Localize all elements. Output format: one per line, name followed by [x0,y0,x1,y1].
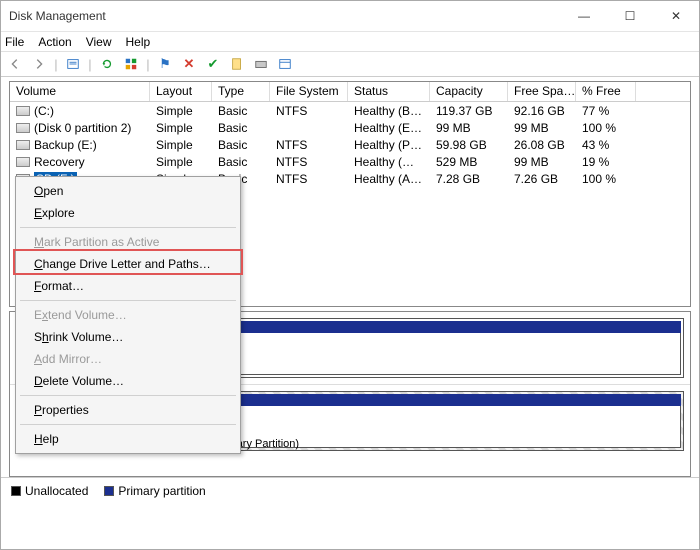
vol-status: Healthy (P… [348,138,430,152]
settings-icon[interactable] [121,54,141,74]
legend: Unallocated Primary partition [1,477,699,504]
col-layout[interactable]: Layout [150,82,212,101]
vol-name: Backup (E:) [34,138,97,152]
window-title: Disk Management [9,9,561,23]
col-type[interactable]: Type [212,82,270,101]
vol-fs: NTFS [270,172,348,186]
ctx-separator [20,300,236,301]
ctx-change-drive-letter[interactable]: Change Drive Letter and Paths… [18,253,238,275]
toolbar: | | | ⚑ ✕ ✔ [1,51,699,77]
ctx-delete-volume[interactable]: Delete Volume… [18,370,238,392]
col-status[interactable]: Status [348,82,430,101]
vol-free: 7.26 GB [508,172,576,186]
col-volume[interactable]: Volume [10,82,150,101]
new-volume-icon[interactable]: ⚑ [155,54,175,74]
vol-capacity: 99 MB [430,121,508,135]
ctx-open[interactable]: Open [18,180,238,202]
title-bar: Disk Management — ☐ ✕ [1,1,699,31]
vol-fs: NTFS [270,138,348,152]
ctx-explore[interactable]: Explore [18,202,238,224]
vol-capacity: 529 MB [430,155,508,169]
list-header[interactable]: Volume Layout Type File System Status Ca… [10,82,690,102]
vol-pct: 100 % [576,172,636,186]
vol-status: Healthy (E… [348,121,430,135]
vol-type: Basic [212,121,270,135]
vol-type: Basic [212,104,270,118]
drive-icon [16,157,30,167]
close-button[interactable]: ✕ [653,1,699,31]
col-filesystem[interactable]: File System [270,82,348,101]
menu-help[interactable]: Help [126,35,151,49]
vol-type: Basic [212,155,270,169]
vol-free: 26.08 GB [508,138,576,152]
ctx-extend-volume: Extend Volume… [18,304,238,326]
vol-layout: Simple [150,104,212,118]
col-capacity[interactable]: Capacity [430,82,508,101]
vol-free: 99 MB [508,121,576,135]
vol-layout: Simple [150,138,212,152]
col-pctfree[interactable]: % Free [576,82,636,101]
checkmark-icon[interactable]: ✔ [203,54,223,74]
legend-unallocated: Unallocated [11,484,88,498]
note-icon[interactable] [227,54,247,74]
drive-icon [16,106,30,116]
legend-primary: Primary partition [104,484,205,498]
table-row[interactable]: Backup (E:) Simple Basic NTFS Healthy (P… [10,136,690,153]
vol-capacity: 59.98 GB [430,138,508,152]
ctx-shrink-volume[interactable]: Shrink Volume… [18,326,238,348]
context-menu[interactable]: Open Explore Mark Partition as Active Ch… [15,176,241,454]
vol-layout: Simple [150,155,212,169]
ctx-separator [20,395,236,396]
menu-view[interactable]: View [86,35,112,49]
vol-pct: 43 % [576,138,636,152]
forward-arrow-icon[interactable] [29,54,49,74]
menu-bar[interactable]: File Action View Help [1,31,699,51]
ctx-add-mirror: Add Mirror… [18,348,238,370]
minimize-button[interactable]: — [561,1,607,31]
vol-type: Basic [212,138,270,152]
vol-capacity: 7.28 GB [430,172,508,186]
maximize-button[interactable]: ☐ [607,1,653,31]
ctx-separator [20,424,236,425]
menu-action[interactable]: Action [38,35,71,49]
ctx-separator [20,227,236,228]
properties-icon[interactable] [275,54,295,74]
vol-name: (Disk 0 partition 2) [34,121,131,135]
vol-status: Healthy (A… [348,172,430,186]
back-arrow-icon[interactable] [5,54,25,74]
vol-pct: 100 % [576,121,636,135]
vol-pct: 77 % [576,104,636,118]
drive-icon [16,123,30,133]
vol-status: Healthy (… [348,155,430,169]
vol-fs: NTFS [270,104,348,118]
delete-icon[interactable]: ✕ [179,54,199,74]
swatch-blue-icon [104,486,114,496]
toolbar-separator: | [145,54,151,74]
ctx-format[interactable]: Format… [18,275,238,297]
vol-fs: NTFS [270,155,348,169]
vol-free: 99 MB [508,155,576,169]
table-row[interactable]: Recovery Simple Basic NTFS Healthy (… 52… [10,153,690,170]
drive-icon[interactable] [251,54,271,74]
vol-pct: 19 % [576,155,636,169]
vol-free: 92.16 GB [508,104,576,118]
vol-name: Recovery [34,155,85,169]
refresh-icon[interactable] [97,54,117,74]
vol-layout: Simple [150,121,212,135]
ctx-help[interactable]: Help [18,428,238,450]
table-row[interactable]: (Disk 0 partition 2) Simple Basic Health… [10,119,690,136]
ctx-properties[interactable]: Properties [18,399,238,421]
col-free[interactable]: Free Spa… [508,82,576,101]
vol-capacity: 119.37 GB [430,104,508,118]
swatch-black-icon [11,486,21,496]
vol-name: (C:) [34,104,54,118]
toolbar-separator: | [87,54,93,74]
table-row[interactable]: (C:) Simple Basic NTFS Healthy (B… 119.3… [10,102,690,119]
toolbar-separator: | [53,54,59,74]
menu-file[interactable]: File [5,35,24,49]
ctx-mark-active: Mark Partition as Active [18,231,238,253]
vol-status: Healthy (B… [348,104,430,118]
drive-icon [16,140,30,150]
view-icon[interactable] [63,54,83,74]
